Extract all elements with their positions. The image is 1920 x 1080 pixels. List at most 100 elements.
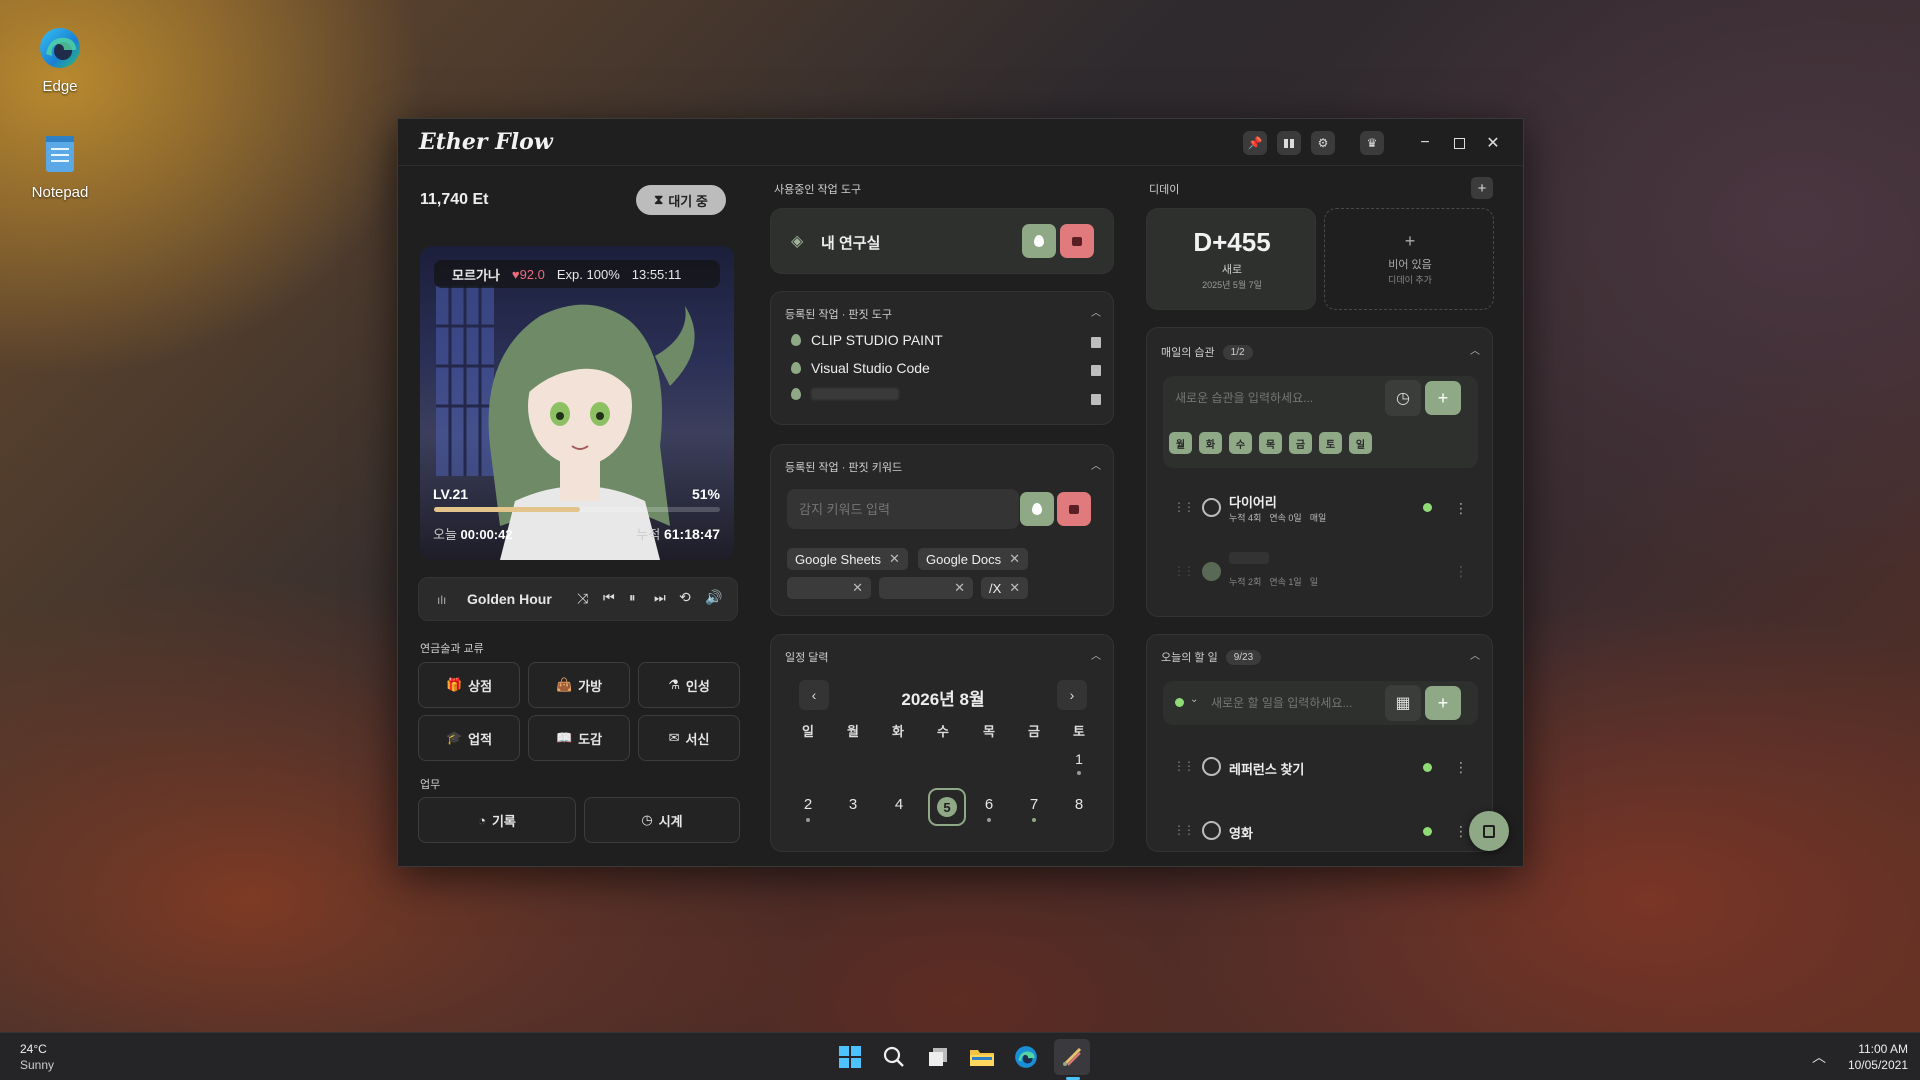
more-options-icon[interactable]: ⋮	[1454, 760, 1468, 774]
achievements-button[interactable]: 🎓 업적	[418, 715, 520, 761]
task-view-button[interactable]	[922, 1041, 954, 1073]
trash-icon[interactable]	[1091, 337, 1101, 348]
add-habit-button[interactable]: +	[1425, 381, 1461, 415]
calendar-day[interactable]: 3	[838, 796, 868, 813]
calendar-day[interactable]: 2	[793, 796, 823, 813]
calendar-day-selected[interactable]: 5	[928, 788, 966, 826]
columns-button[interactable]	[1277, 131, 1301, 155]
todo-date-button[interactable]: ▦	[1385, 685, 1421, 721]
day-chip[interactable]: 수	[1229, 432, 1252, 454]
letters-button[interactable]: ✉ 서신	[638, 715, 740, 761]
status-button[interactable]: ⧗ 대기 중	[636, 185, 726, 215]
collapse-chevron-icon[interactable]: ︿	[1470, 342, 1480, 357]
habit-time-button[interactable]: ◷	[1385, 380, 1421, 416]
settings-button[interactable]: ⚙	[1311, 131, 1335, 155]
file-explorer-button[interactable]	[966, 1041, 998, 1073]
collapse-chevron-icon[interactable]: ︿	[1091, 304, 1101, 319]
drag-handle-icon[interactable]: ⋮⋮	[1173, 500, 1195, 514]
next-month-button[interactable]: ›	[1057, 680, 1087, 710]
remove-tag-icon[interactable]: ✕	[852, 580, 863, 596]
day-chip[interactable]: 토	[1319, 432, 1342, 454]
active-tool-lock-button[interactable]	[1060, 224, 1094, 258]
personality-button[interactable]: ⚗ 인성	[638, 662, 740, 708]
start-button[interactable]	[834, 1041, 866, 1073]
empty-dday-slot[interactable]: + 비어 있음 디데이 추가	[1324, 208, 1494, 310]
trash-icon[interactable]	[1091, 394, 1101, 405]
remove-tag-icon[interactable]: ✕	[1009, 580, 1020, 596]
previous-button[interactable]: ⏮	[603, 590, 615, 606]
clock[interactable]: 11:00 AM 10/05/2021	[1830, 1041, 1908, 1073]
repeat-button[interactable]: ⟲	[679, 589, 691, 606]
chevron-down-icon[interactable]: ⌄	[1190, 694, 1198, 705]
habit-checkbox-checked[interactable]	[1202, 562, 1221, 581]
day-chip[interactable]: 일	[1349, 432, 1372, 454]
desktop-icon-edge[interactable]: Edge	[12, 24, 108, 95]
ether-flow-taskbar-button[interactable]	[1054, 1039, 1090, 1075]
character-card[interactable]: 모르가나 ♥92.0 Exp. 100% 13:55:11 LV.21 51% …	[420, 246, 734, 560]
drag-handle-icon[interactable]: ⋮⋮	[1173, 823, 1195, 837]
day-chip[interactable]: 화	[1199, 432, 1222, 454]
calendar-day[interactable]: 1	[1064, 751, 1094, 767]
minimize-button[interactable]: −	[1413, 131, 1437, 155]
habit-stats: 누적 2회 연속 1일 일	[1229, 575, 1318, 588]
character-time: 13:55:11	[631, 266, 682, 282]
remove-tag-icon[interactable]: ✕	[889, 551, 900, 567]
todo-checkbox[interactable]	[1202, 821, 1221, 840]
habit-checkbox[interactable]	[1202, 498, 1221, 517]
keyword-drop-button[interactable]	[1020, 492, 1054, 526]
remove-tag-icon[interactable]: ✕	[1009, 551, 1020, 567]
maximize-button[interactable]	[1447, 131, 1471, 155]
clock-button[interactable]: ◷ 시계	[584, 797, 740, 843]
next-button[interactable]: ⏭	[654, 590, 666, 606]
keyword-input[interactable]	[787, 489, 1019, 529]
clock-time: 11:00 AM	[1858, 1042, 1908, 1056]
todo-input[interactable]	[1211, 685, 1381, 721]
calendar-day[interactable]: 7	[1019, 796, 1049, 813]
chevron-up-icon[interactable]: ︿	[1812, 1047, 1826, 1067]
weekday-header: 월	[847, 724, 859, 739]
more-options-icon[interactable]: ⋮	[1454, 564, 1468, 578]
drag-handle-icon[interactable]: ⋮⋮	[1173, 759, 1195, 773]
priority-dot[interactable]	[1175, 698, 1184, 707]
remove-tag-icon[interactable]: ✕	[954, 580, 965, 596]
title-bar[interactable]: Ether Flow 📌 ⚙ ♛ − ✕	[398, 119, 1523, 166]
calendar-day[interactable]: 6	[974, 796, 1004, 813]
desktop-icon-notepad[interactable]: Notepad	[12, 130, 108, 201]
todo-checkbox[interactable]	[1202, 757, 1221, 776]
search-button[interactable]	[878, 1041, 910, 1073]
calendar-day[interactable]: 8	[1064, 796, 1094, 813]
tool-item: CLIP STUDIO PAINT	[791, 332, 943, 348]
dday-card[interactable]: D+455 새로 2025년 5월 7일	[1146, 208, 1316, 310]
collapse-chevron-icon[interactable]: ︿	[1091, 457, 1101, 472]
notepad-icon	[36, 130, 84, 178]
add-dday-button[interactable]: +	[1471, 177, 1493, 199]
habit-input[interactable]	[1167, 380, 1345, 416]
close-button[interactable]: ✕	[1481, 131, 1505, 155]
trash-icon[interactable]	[1091, 365, 1101, 376]
pin-button[interactable]: 📌	[1243, 131, 1267, 155]
keyword-lock-button[interactable]	[1057, 492, 1091, 526]
collapse-chevron-icon[interactable]: ︿	[1091, 647, 1101, 662]
collapse-chevron-icon[interactable]: ︿	[1470, 647, 1480, 662]
volume-button[interactable]: 🔊	[705, 589, 722, 606]
drag-handle-icon[interactable]: ⋮⋮	[1173, 564, 1195, 578]
add-todo-button[interactable]: +	[1425, 686, 1461, 720]
record-button[interactable]: ◔ 기록	[418, 797, 576, 843]
shop-button[interactable]: 🎁 상점	[418, 662, 520, 708]
more-options-icon[interactable]: ⋮	[1454, 501, 1468, 515]
weather-widget[interactable]: 24°C Sunny	[20, 1041, 54, 1073]
edge-taskbar-button[interactable]	[1010, 1041, 1042, 1073]
clock-icon: ◷	[641, 812, 653, 827]
day-chip[interactable]: 금	[1289, 432, 1312, 454]
active-tool-drop-button[interactable]	[1022, 224, 1056, 258]
collection-button[interactable]: 📖 도감	[528, 715, 630, 761]
day-chip[interactable]: 월	[1169, 432, 1192, 454]
calendar-day[interactable]: 4	[884, 796, 914, 813]
day-chip[interactable]: 목	[1259, 432, 1282, 454]
floating-note-button[interactable]	[1469, 811, 1509, 851]
bag-button[interactable]: 👜 가방	[528, 662, 630, 708]
crown-button[interactable]: ♛	[1360, 131, 1384, 155]
more-options-icon[interactable]: ⋮	[1454, 824, 1468, 838]
pause-button[interactable]: ⏸	[629, 590, 636, 606]
shuffle-button[interactable]: ⤨	[577, 590, 588, 607]
